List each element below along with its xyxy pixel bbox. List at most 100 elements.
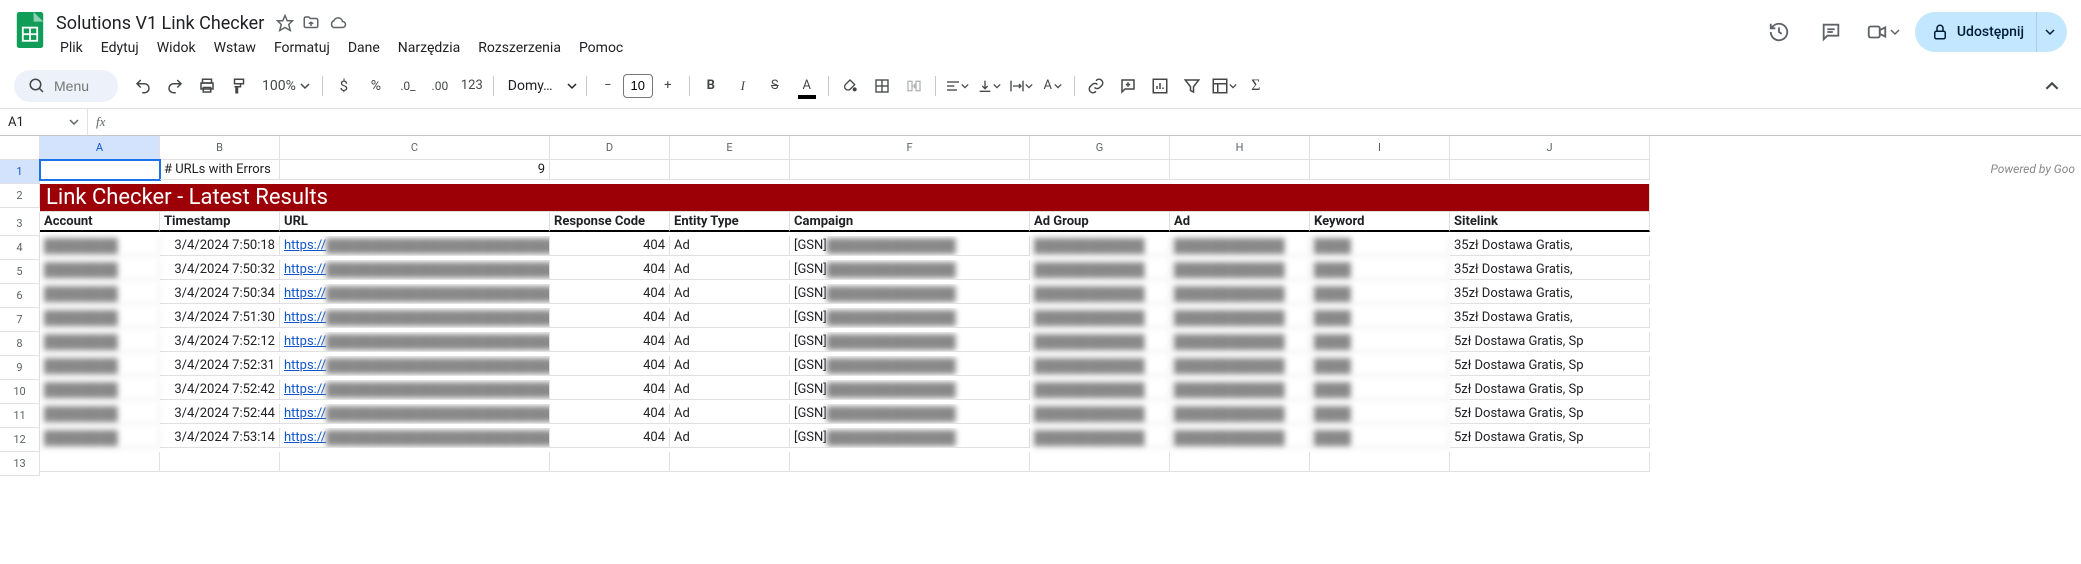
- row-header-6[interactable]: 6: [0, 284, 40, 308]
- decrease-decimal-button[interactable]: .0_: [393, 71, 423, 101]
- header-1[interactable]: Timestamp: [160, 212, 280, 232]
- cell-ts-6[interactable]: 3/4/2024 7:50:34: [160, 284, 280, 304]
- text-rotation-button[interactable]: A: [1038, 71, 1068, 101]
- menu-search[interactable]: [14, 70, 118, 102]
- meet-button[interactable]: [1863, 12, 1903, 52]
- insert-chart-button[interactable]: [1145, 71, 1175, 101]
- row-header-4[interactable]: 4: [0, 236, 40, 260]
- cell-site-8[interactable]: 5zł Dostawa Gratis, Sp: [1450, 332, 1650, 352]
- text-color-button[interactable]: A: [792, 71, 822, 101]
- cell-A1[interactable]: [40, 160, 160, 180]
- cell-ts-8[interactable]: 3/4/2024 7:52:12: [160, 332, 280, 352]
- menu-widok[interactable]: Widok: [149, 36, 204, 60]
- cell-ag-5[interactable]: ████████████: [1030, 260, 1170, 280]
- cell-et-5[interactable]: Ad: [670, 260, 790, 280]
- cell-rc-10[interactable]: 404: [550, 380, 670, 400]
- cell-ad-8[interactable]: ████████████: [1170, 332, 1310, 352]
- cell-ts-7[interactable]: 3/4/2024 7:51:30: [160, 308, 280, 328]
- cell-ag-7[interactable]: ████████████: [1030, 308, 1170, 328]
- print-button[interactable]: [192, 71, 222, 101]
- cell-ts-10[interactable]: 3/4/2024 7:52:42: [160, 380, 280, 400]
- italic-button[interactable]: I: [728, 71, 758, 101]
- cell-rc-4[interactable]: 404: [550, 236, 670, 256]
- cell-site-12[interactable]: 5zł Dostawa Gratis, Sp: [1450, 428, 1650, 448]
- borders-button[interactable]: [867, 71, 897, 101]
- cell-kw-4[interactable]: ████: [1310, 236, 1450, 256]
- cloud-icon[interactable]: [328, 14, 348, 32]
- header-7[interactable]: Ad: [1170, 212, 1310, 232]
- col-header-I[interactable]: I: [1310, 136, 1450, 160]
- cell-cp-8[interactable]: [GSN] ██████████████: [790, 332, 1030, 352]
- cell-ag-6[interactable]: ████████████: [1030, 284, 1170, 304]
- cell-url-6[interactable]: https://████████████████████████████: [280, 284, 550, 304]
- percent-button[interactable]: %: [361, 71, 391, 101]
- menu-pomoc[interactable]: Pomoc: [571, 36, 631, 60]
- cell-ag-4[interactable]: ████████████: [1030, 236, 1170, 256]
- cell-C1[interactable]: 9: [280, 160, 550, 180]
- cell-rc-7[interactable]: 404: [550, 308, 670, 328]
- cell-r1-6[interactable]: [1030, 160, 1170, 180]
- col-header-J[interactable]: J: [1450, 136, 1650, 160]
- header-6[interactable]: Ad Group: [1030, 212, 1170, 232]
- cell-cp-12[interactable]: [GSN] ██████████████: [790, 428, 1030, 448]
- cell-rc-11[interactable]: 404: [550, 404, 670, 424]
- cell-r13-8[interactable]: [1310, 452, 1450, 472]
- select-all-corner[interactable]: [0, 136, 40, 160]
- cell-r13-3[interactable]: [550, 452, 670, 472]
- cell-ad-10[interactable]: ████████████: [1170, 380, 1310, 400]
- cell-url-7[interactable]: https://████████████████████████████: [280, 308, 550, 328]
- font-family-select[interactable]: Domy…: [500, 78, 580, 94]
- link-button[interactable]: [1081, 71, 1111, 101]
- cell-site-7[interactable]: 35zł Dostawa Gratis,: [1450, 308, 1650, 328]
- cell-cp-4[interactable]: [GSN] ██████████████: [790, 236, 1030, 256]
- cell-ad-12[interactable]: ████████████: [1170, 428, 1310, 448]
- cell-rc-6[interactable]: 404: [550, 284, 670, 304]
- cell-et-4[interactable]: Ad: [670, 236, 790, 256]
- cell-ad-11[interactable]: ████████████: [1170, 404, 1310, 424]
- header-2[interactable]: URL: [280, 212, 550, 232]
- comment-icon[interactable]: [1811, 12, 1851, 52]
- redo-button[interactable]: [160, 71, 190, 101]
- col-header-C[interactable]: C: [280, 136, 550, 160]
- fill-color-button[interactable]: [835, 71, 865, 101]
- cell-r1-9[interactable]: [1450, 160, 1650, 180]
- insert-comment-button[interactable]: [1113, 71, 1143, 101]
- name-box[interactable]: A1: [0, 109, 88, 135]
- cell-r13-9[interactable]: [1450, 452, 1650, 472]
- cell-account-12[interactable]: ████████: [40, 428, 160, 448]
- cell-account-4[interactable]: ████████: [40, 236, 160, 256]
- cell-kw-5[interactable]: ████: [1310, 260, 1450, 280]
- cell-r1-7[interactable]: [1170, 160, 1310, 180]
- cell-ag-8[interactable]: ████████████: [1030, 332, 1170, 352]
- undo-button[interactable]: [128, 71, 158, 101]
- cell-r13-5[interactable]: [790, 452, 1030, 472]
- cell-url-11[interactable]: https://████████████████████████████: [280, 404, 550, 424]
- cell-kw-8[interactable]: ████: [1310, 332, 1450, 352]
- cell-r13-7[interactable]: [1170, 452, 1310, 472]
- cell-account-8[interactable]: ████████: [40, 332, 160, 352]
- col-header-G[interactable]: G: [1030, 136, 1170, 160]
- cell-ad-9[interactable]: ████████████: [1170, 356, 1310, 376]
- cell-cp-9[interactable]: [GSN] ██████████████: [790, 356, 1030, 376]
- header-8[interactable]: Keyword: [1310, 212, 1450, 232]
- cell-ts-4[interactable]: 3/4/2024 7:50:18: [160, 236, 280, 256]
- cell-ad-6[interactable]: ████████████: [1170, 284, 1310, 304]
- row-header-11[interactable]: 11: [0, 404, 40, 428]
- cell-r1-4[interactable]: [670, 160, 790, 180]
- doc-title[interactable]: Solutions V1 Link Checker: [52, 11, 268, 36]
- cell-ad-7[interactable]: ████████████: [1170, 308, 1310, 328]
- cell-url-8[interactable]: https://████████████████████████████: [280, 332, 550, 352]
- cell-url-10[interactable]: https://████████████████████████████: [280, 380, 550, 400]
- cell-account-11[interactable]: ████████: [40, 404, 160, 424]
- paint-format-button[interactable]: [224, 71, 254, 101]
- cell-ts-9[interactable]: 3/4/2024 7:52:31: [160, 356, 280, 376]
- formula-input[interactable]: [113, 109, 2081, 135]
- cell-ag-10[interactable]: ████████████: [1030, 380, 1170, 400]
- horizontal-align-button[interactable]: [942, 71, 972, 101]
- cell-account-5[interactable]: ████████: [40, 260, 160, 280]
- col-header-F[interactable]: F: [790, 136, 1030, 160]
- zoom-select[interactable]: 100%: [256, 78, 316, 94]
- cell-et-8[interactable]: Ad: [670, 332, 790, 352]
- cell-rc-5[interactable]: 404: [550, 260, 670, 280]
- header-0[interactable]: Account: [40, 212, 160, 232]
